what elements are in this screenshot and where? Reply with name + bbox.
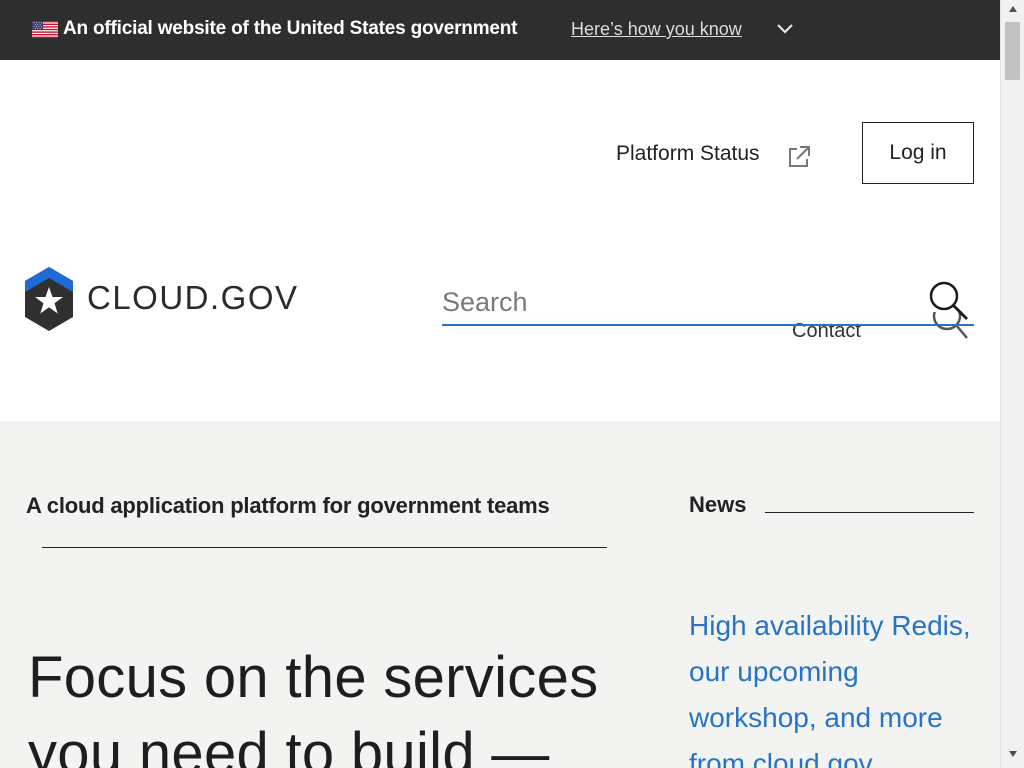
logo-text[interactable]: CLOUD.GOV (87, 279, 299, 317)
scroll-up-arrow-icon[interactable] (1008, 4, 1018, 14)
page-viewport: An official website of the United States… (0, 0, 1000, 768)
cloud-gov-logo[interactable] (24, 266, 74, 332)
hero-heading: Focus on the services you need to build … (28, 645, 599, 768)
search-input[interactable] (442, 280, 974, 326)
scrollbar-thumb[interactable] (1005, 22, 1020, 80)
news-heading: News (689, 492, 747, 517)
platform-status-link[interactable]: Platform Status (616, 142, 760, 166)
news-article-link[interactable]: High availability Redis, our upcoming wo… (689, 603, 989, 768)
official-website-text: An official website of the United States… (63, 18, 518, 39)
search-icon[interactable] (927, 280, 969, 322)
news-divider (765, 512, 974, 513)
external-link-icon[interactable] (786, 144, 812, 170)
how-you-know-link[interactable]: Here’s how you know (571, 19, 742, 40)
chevron-down-icon[interactable] (775, 19, 795, 39)
login-button[interactable]: Log in (862, 122, 974, 184)
scroll-down-arrow-icon[interactable] (1008, 749, 1018, 759)
us-flag-icon (32, 21, 58, 38)
tagline: A cloud application platform for governm… (26, 493, 550, 518)
page-scrollbar[interactable] (1000, 0, 1024, 768)
gov-banner: An official website of the United States… (0, 0, 1000, 60)
tagline-divider (42, 547, 607, 548)
